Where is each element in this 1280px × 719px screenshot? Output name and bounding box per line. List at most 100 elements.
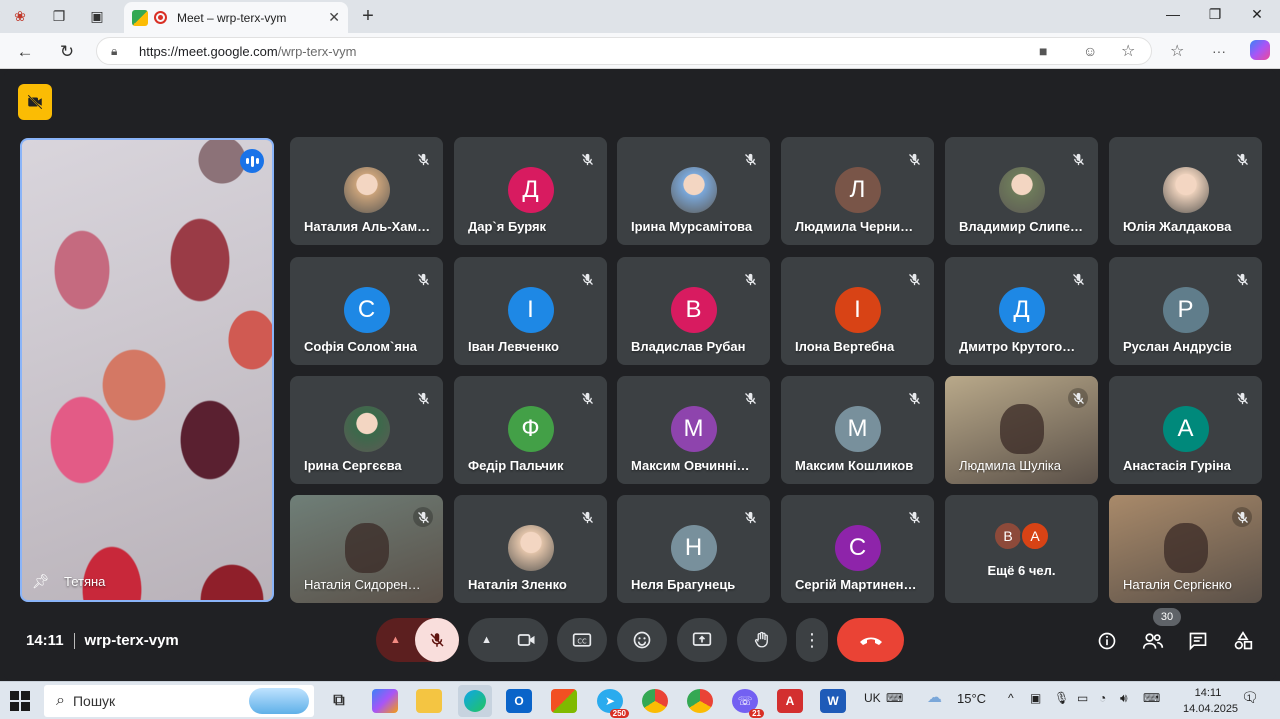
camera-button[interactable] (505, 618, 548, 662)
participant-tile[interactable]: Наталія Сидорен… (290, 495, 443, 603)
tab-close-icon[interactable]: ✕ (328, 9, 340, 26)
close-window-icon[interactable]: ✕ (1242, 6, 1272, 23)
word-icon[interactable]: W (820, 689, 846, 713)
tab-actions-icon[interactable]: ▣ (85, 5, 109, 27)
participant-tile[interactable]: М Максим Овчинні… (617, 376, 770, 484)
mic-tray-icon[interactable]: 🎙︎ (1054, 691, 1069, 705)
meeting-details-icon[interactable] (1094, 629, 1120, 653)
participant-name: Наталія Сидорен… (304, 577, 421, 592)
participant-tile[interactable]: І Іван Левченко (454, 257, 607, 365)
participant-tile[interactable]: Наталія Сергієнко (1109, 495, 1262, 603)
more-options-button[interactable]: ⋮ (796, 618, 828, 662)
participant-tile[interactable]: Р Руслан Андрусів (1109, 257, 1262, 365)
participant-name: Максим Овчинні… (631, 458, 750, 473)
notifications-icon[interactable]: 🗨︎1 (1241, 689, 1264, 706)
acrobat-icon[interactable]: A (777, 689, 803, 713)
new-tab-button[interactable]: + (356, 5, 380, 27)
keyboard-icon[interactable]: ⌨ (886, 691, 903, 705)
present-screen-button[interactable] (677, 618, 727, 662)
start-button[interactable] (10, 691, 30, 711)
mic-options-chevron-icon[interactable]: ▲ (377, 618, 415, 662)
participant-tile[interactable]: Людмила Шуліка (945, 376, 1098, 484)
battery-icon[interactable]: ▭ (1077, 691, 1088, 705)
participant-tile[interactable]: Д Дмитро Крутого… (945, 257, 1098, 365)
url-field[interactable]: 🔒︎ https://meet.google.com/wrp-terx-vym (96, 37, 1152, 65)
tab-title: Meet – wrp-terx-vym (177, 10, 287, 25)
browser-profile-icon[interactable]: ❀ (8, 5, 32, 27)
more-participants-tile[interactable]: В А Ещё 6 чел. (945, 495, 1098, 603)
participant-tile[interactable]: С Сергій Мартинен… (781, 495, 934, 603)
participant-tile[interactable]: Наталия Аль-Хам… (290, 137, 443, 245)
edge-active-icon[interactable] (458, 685, 492, 717)
chrome-icon[interactable] (642, 689, 668, 713)
task-view-icon[interactable]: ⧉ (326, 689, 352, 713)
participant-tile[interactable]: Владимир Слипе… (945, 137, 1098, 245)
participant-tile[interactable]: Н Неля Брагунець (617, 495, 770, 603)
more-participants-avatar: А (1020, 521, 1050, 551)
keyboard-layout-icon[interactable]: ⌨ (1143, 691, 1160, 705)
favorite-star-icon[interactable]: ☆ (1121, 41, 1135, 61)
leave-call-button[interactable] (837, 618, 904, 662)
raise-hand-button[interactable] (737, 618, 787, 662)
weather-icon[interactable]: ☁ (927, 688, 942, 706)
taskbar-search[interactable]: ⌕ Пошук (44, 685, 314, 717)
viber-badge: 21 (749, 709, 764, 718)
participant-tile[interactable]: С Софія Солом`яна (290, 257, 443, 365)
camera-options-chevron-icon[interactable]: ▲ (468, 618, 505, 662)
captions-button[interactable]: CC (557, 618, 607, 662)
participant-name: Сергій Мартинен… (795, 577, 917, 592)
volume-icon[interactable]: 🔊︎ (1120, 691, 1128, 706)
tray-expand-icon[interactable]: ^ (1008, 691, 1014, 705)
mic-muted-icon (904, 388, 924, 408)
viber-icon[interactable]: ☏ 21 (732, 689, 764, 718)
participant-tile[interactable]: Юлія Жалдакова (1109, 137, 1262, 245)
minimize-icon[interactable]: — (1158, 6, 1188, 22)
people-icon[interactable] (1140, 629, 1166, 653)
participant-tile[interactable]: Д Дар`я Буряк (454, 137, 607, 245)
chrome-profile-icon[interactable] (687, 689, 713, 713)
recording-icon (154, 11, 167, 24)
participant-tile[interactable]: Ф Федір Пальчик (454, 376, 607, 484)
copilot-icon[interactable] (1250, 40, 1270, 60)
participant-name: Наталія Сергієнко (1123, 577, 1232, 592)
meet-tray-icon[interactable]: ▣ (1030, 691, 1041, 705)
url-host: https://meet.google.com (139, 43, 278, 59)
workspaces-icon[interactable]: ❐ (47, 5, 71, 27)
participant-avatar: Н (670, 525, 717, 571)
tab-meet[interactable]: Meet – wrp-terx-vym ✕ (124, 2, 348, 33)
file-explorer-icon[interactable] (416, 689, 442, 713)
participant-tile[interactable]: Наталія Зленко (454, 495, 607, 603)
reload-icon[interactable]: ↻ (56, 41, 78, 63)
participant-tile[interactable]: Л Людмила Черни… (781, 137, 934, 245)
participant-tile[interactable]: В Владислав Рубан (617, 257, 770, 365)
copilot-app-icon[interactable] (372, 689, 398, 713)
featured-participant-tile[interactable]: 📌︎ Тетяна (20, 138, 274, 602)
participant-tile[interactable]: І Ілона Вертебна (781, 257, 934, 365)
more-tools-icon[interactable]: ☺ (1083, 43, 1097, 59)
participant-tile[interactable]: Ірина Сергєєва (290, 376, 443, 484)
favorites-icon[interactable]: ☆ (1170, 41, 1184, 61)
maximize-icon[interactable]: ❐ (1200, 6, 1230, 23)
participant-tile[interactable]: Ірина Мурсамітова (617, 137, 770, 245)
store-icon[interactable] (551, 689, 577, 713)
browser-menu-icon[interactable]: ··· (1212, 43, 1226, 59)
language-indicator[interactable]: UK (864, 691, 881, 705)
weather-temp[interactable]: 15°C (957, 691, 986, 706)
participant-tile[interactable]: А Анастасія Гуріна (1109, 376, 1262, 484)
reactions-button[interactable] (617, 618, 667, 662)
mic-muted-button[interactable] (414, 618, 459, 662)
system-clock[interactable]: 14:11 14.04.2025 (1183, 685, 1238, 717)
activities-icon[interactable] (1230, 629, 1256, 653)
pin-icon[interactable]: 📌︎ (32, 573, 50, 590)
mic-muted-icon (740, 388, 760, 408)
chat-icon[interactable] (1185, 629, 1211, 653)
outlook-icon[interactable]: O (506, 689, 532, 713)
camera-off-indicator-icon[interactable] (18, 84, 52, 120)
back-icon[interactable]: ← (14, 41, 36, 63)
camera-in-use-icon[interactable]: ■ (1039, 43, 1047, 59)
telegram-icon[interactable]: ➤ 250 (597, 689, 629, 718)
participant-video (999, 404, 1044, 454)
wifi-icon[interactable]: ◔ (1099, 691, 1106, 705)
participant-tile[interactable]: М Максим Кошликов (781, 376, 934, 484)
mic-muted-icon (577, 507, 597, 527)
